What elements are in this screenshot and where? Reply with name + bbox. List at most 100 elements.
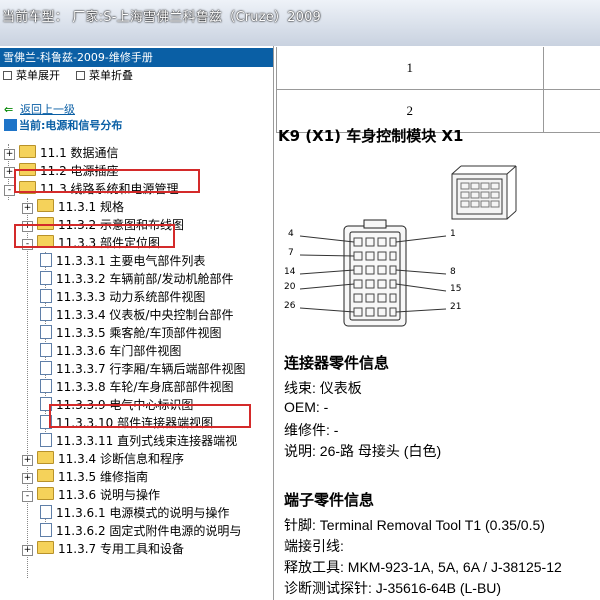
connector-face-view (299, 219, 447, 327)
tree-item[interactable]: 11.3.3.7 行李厢/车辆后端部件视图 (40, 360, 245, 378)
expand-icon (3, 71, 12, 80)
tree-item-label: 11.3.7 专用工具和设备 (58, 542, 184, 556)
folder-icon (37, 199, 54, 212)
document-icon (40, 343, 52, 357)
connector-info-line: 说明: 26-路 母接头 (白色) (284, 443, 442, 459)
tree-item-label: 11.3.6.2 固定式附件电源的说明与 (56, 524, 242, 538)
pin-label: 26 (284, 301, 296, 311)
table-cell (542, 89, 600, 133)
expand-node-icon[interactable]: + (22, 455, 33, 466)
tree-item[interactable]: +11.3.5 维修指南 (22, 468, 148, 486)
folder-icon (37, 451, 54, 464)
tree-item-label: 11.3.6 说明与操作 (58, 488, 160, 502)
tree-item[interactable]: 11.3.3.4 仪表板/中央控制台部件 (40, 306, 233, 324)
tree-item-label: 11.3.3.4 仪表板/中央控制台部件 (56, 308, 234, 322)
document-icon (40, 325, 52, 339)
terminal-info-line: 端接引线: (284, 538, 344, 554)
document-icon (40, 523, 52, 537)
tree-item[interactable]: 11.3.3.6 车门部件视图 (40, 342, 181, 360)
document-icon (40, 271, 52, 285)
location-icon (4, 119, 17, 131)
pin-label: 20 (284, 282, 296, 292)
terminal-info-line: 针脚: Terminal Removal Tool T1 (0.35/0.5) (284, 517, 545, 533)
connector-info-line: 线束: 仪表板 (284, 380, 362, 396)
document-icon (40, 289, 52, 303)
tree-item[interactable]: 11.3.3.11 直列式线束连接器端视 (40, 432, 237, 450)
connector-diagram (299, 165, 517, 327)
folder-icon (37, 469, 54, 482)
window-titlebar: 当前车型： 厂家:S-上海雪佛兰科鲁兹（Cruze）2009 (0, 0, 600, 47)
navigation-panel: 雪佛兰-科鲁兹-2009-维修手册 菜单展开 菜单折叠 ⇐ 返回上一级 当前:电源… (0, 46, 274, 600)
tree-item-label: 11.3.3.8 车轮/车身底部部件视图 (56, 380, 234, 394)
pin-label: 21 (450, 302, 462, 312)
terminal-info-line: 诊断测试探针: J-35616-64B (L-BU) (284, 580, 502, 596)
tree-item[interactable]: +11.3.7 专用工具和设备 (22, 540, 184, 558)
window-title: 当前车型： 厂家:S-上海雪佛兰科鲁兹（Cruze）2009 (2, 10, 322, 25)
pin-label: 14 (284, 267, 296, 277)
highlight-box-11-3 (14, 169, 200, 193)
collapse-node-icon[interactable]: - (22, 491, 33, 502)
connector-3d-view (451, 165, 517, 220)
terminal-info-line: 释放工具: MKM-923-1A, 5A, 6A / J-38125-12 (284, 559, 562, 575)
manual-title: 雪佛兰-科鲁兹-2009-维修手册 (0, 48, 273, 67)
folder-icon (37, 541, 54, 554)
expand-node-icon[interactable]: + (22, 473, 33, 484)
document-icon (40, 253, 52, 267)
connector-info-line: 维修件: - (284, 422, 339, 438)
tree-item-label: 11.3.3.6 车门部件视图 (56, 344, 182, 358)
tree-item-label: 11.1 数据通信 (40, 146, 119, 160)
terminal-info-title: 端子零件信息 (284, 491, 375, 509)
pin-label: 8 (450, 267, 456, 277)
tree-item[interactable]: +11.3.4 诊断信息和程序 (22, 450, 184, 468)
tree-item-label: 11.3.6.1 电源模式的说明与操作 (56, 506, 230, 520)
tree-item[interactable]: +11.3.1 规格 (22, 198, 124, 216)
tree-item[interactable]: 11.3.3.3 动力系统部件视图 (40, 288, 205, 306)
pin-label: 7 (288, 248, 294, 258)
tree-item-label: 11.3.3.7 行李厢/车辆后端部件视图 (56, 362, 246, 376)
pin-label: 15 (450, 284, 462, 294)
highlight-box-11-3-3 (14, 224, 175, 248)
expand-node-icon[interactable]: + (4, 149, 15, 160)
component-heading: K9 (X1) 车身控制模块 X1 (278, 127, 464, 145)
tree-item-label: 11.3.3.2 车辆前部/发动机舱部件 (56, 272, 234, 286)
tree-item[interactable]: 11.3.3.1 主要电气部件列表 (40, 252, 205, 270)
expand-node-icon[interactable]: + (22, 545, 33, 556)
table-row: 1 (276, 46, 600, 90)
tree-item-label: 11.3.1 规格 (58, 200, 124, 214)
folder-icon (37, 487, 54, 500)
back-arrow-icon: ⇐ (4, 103, 14, 116)
document-icon (40, 379, 52, 393)
collapse-icon (76, 71, 85, 80)
pin-label: 4 (288, 229, 294, 239)
pin-label: 1 (450, 229, 456, 239)
tree-item[interactable]: - 11.3.6 说明与操作 (22, 486, 160, 504)
tree-item-label: 11.3.5 维修指南 (58, 470, 148, 484)
tree-item-label: 11.3.4 诊断信息和程序 (58, 452, 184, 466)
tree-item[interactable]: 11.3.3.8 车轮/车身底部部件视图 (40, 378, 233, 396)
tree-item[interactable]: 11.3.3.5 乘客舱/车顶部件视图 (40, 324, 221, 342)
tree-item-label: 11.3.3.5 乘客舱/车顶部件视图 (56, 326, 222, 340)
highlight-box-11-3-3-10 (49, 404, 251, 428)
document-icon (40, 307, 52, 321)
back-link[interactable]: ⇐ 返回上一级 (4, 103, 75, 117)
document-icon (40, 505, 52, 519)
tree-item-label: 11.3.3.3 动力系统部件视图 (56, 290, 206, 304)
connector-info-line: OEM: - (284, 399, 329, 415)
collapse-menu-button[interactable]: 菜单折叠 (76, 68, 133, 84)
table-cell: 1 (276, 46, 544, 90)
expand-menu-button[interactable]: 菜单展开 (3, 68, 60, 84)
folder-icon (19, 145, 36, 158)
tree-item-label: 11.3.3.1 主要电气部件列表 (56, 254, 206, 268)
connector-info-title: 连接器零件信息 (284, 354, 390, 372)
document-icon (40, 433, 52, 447)
tree-item-label: 11.3.3.11 直列式线束连接器端视 (56, 434, 238, 448)
tree-item[interactable]: +11.1 数据通信 (4, 144, 119, 162)
current-location: 当前:电源和信号分布 (4, 119, 122, 133)
tree-item[interactable]: 11.3.3.2 车辆前部/发动机舱部件 (40, 270, 233, 288)
parts-table: 1 2 (276, 46, 600, 133)
table-cell (542, 46, 600, 90)
tree-item[interactable]: 11.3.6.1 电源模式的说明与操作 (40, 504, 229, 522)
tree-item[interactable]: 11.3.6.2 固定式附件电源的说明与 (40, 522, 241, 540)
content-panel: 1 2 K9 (X1) 车身控制模块 X1 4 7 14 20 26 1 8 1… (274, 46, 600, 600)
expand-node-icon[interactable]: + (22, 203, 33, 214)
